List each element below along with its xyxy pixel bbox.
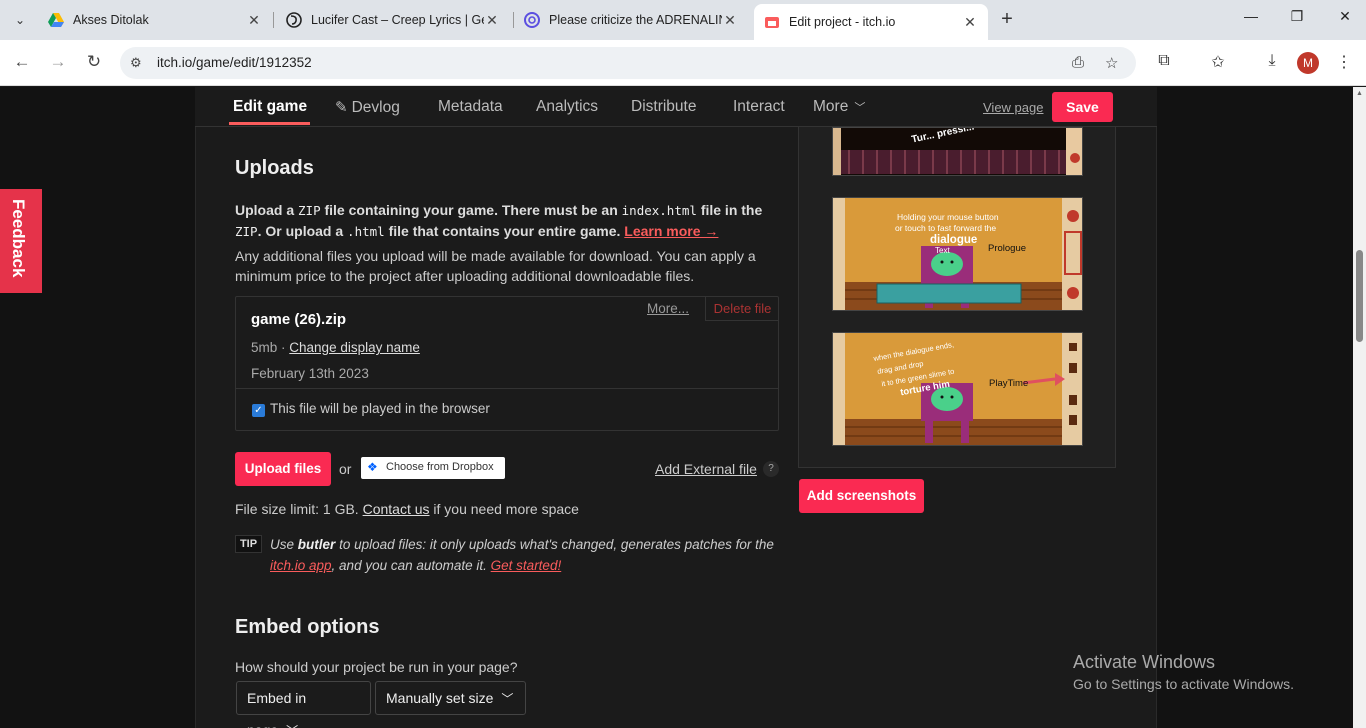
- contact-us-link[interactable]: Contact us: [363, 501, 430, 517]
- favorites-icon[interactable]: ✩: [1207, 52, 1229, 72]
- google-drive-icon: [48, 12, 64, 28]
- dropbox-icon: ❖: [367, 460, 378, 474]
- butler-tip: Use butler to upload files: it only uplo…: [270, 537, 774, 573]
- help-icon[interactable]: ?: [763, 461, 779, 477]
- played-in-browser-label[interactable]: This file will be played in the browser: [270, 401, 490, 416]
- address-bar-row: ← → ↻ ⚙ itch.io/game/edit/1912352 ⎙ ☆ ⧉ …: [0, 40, 1366, 86]
- tab-search-icon[interactable]: ⌄: [8, 8, 32, 32]
- embed-question: How should your project be run in your p…: [235, 659, 518, 675]
- tab-akses-ditolak[interactable]: Akses Ditolak ✕: [38, 4, 272, 36]
- restore-icon[interactable]: ❐: [1282, 8, 1312, 25]
- tab-distribute[interactable]: Distribute: [631, 98, 696, 116]
- screenshots-panel: Tur... pressi... Holding your mouse butt…: [798, 127, 1116, 468]
- upload-files-button[interactable]: Upload files: [235, 452, 331, 486]
- tip-badge: TIP: [235, 535, 262, 553]
- forward-icon[interactable]: →: [47, 52, 69, 72]
- close-tab-icon[interactable]: ✕: [484, 12, 500, 29]
- tab-title: Edit project - itch.io: [789, 15, 896, 29]
- install-app-icon[interactable]: ⎙: [1072, 54, 1084, 71]
- downloads-icon[interactable]: ⤓: [1261, 52, 1283, 70]
- close-tab-icon[interactable]: ✕: [962, 14, 978, 31]
- screenshot-2-text: Holding your mouse button: [897, 212, 999, 222]
- chevron-down-icon: ﹀: [286, 724, 298, 728]
- itchio-app-link[interactable]: itch.io app: [270, 558, 332, 573]
- minimize-icon[interactable]: —: [1236, 8, 1266, 24]
- uploads-intro: Upload a ZIP file containing your game. …: [235, 202, 763, 239]
- feedback-tab[interactable]: Feedback: [0, 189, 42, 293]
- tab-title: Lucifer Cast – Creep Lyrics | Gen: [311, 13, 484, 27]
- tab-edit-project[interactable]: Edit project - itch.io ✕: [754, 4, 988, 40]
- reddit-like-icon: [524, 12, 540, 28]
- add-external-file-link[interactable]: Add External file: [655, 461, 757, 477]
- genius-icon: [286, 12, 302, 28]
- browser-tabbar: ⌄ Akses Ditolak ✕ Lucifer Cast – Creep L…: [0, 0, 1366, 40]
- tab-more[interactable]: More ﹀: [813, 98, 865, 116]
- embed-size-select[interactable]: Manually set size ﹀: [375, 681, 526, 715]
- screenshot-3[interactable]: when the dialogue ends, drag and drop it…: [832, 332, 1083, 446]
- scrollbar-thumb[interactable]: [1356, 250, 1363, 342]
- tab-edit-game[interactable]: Edit game: [233, 98, 307, 116]
- add-screenshots-button[interactable]: Add screenshots: [799, 479, 924, 513]
- upload-file-card: game (26).zip 5mb · Change display name …: [235, 296, 779, 431]
- file-date: February 13th 2023: [251, 366, 369, 381]
- tab-please-criticize[interactable]: Please criticize the ADRENALIN ✕: [514, 4, 748, 36]
- view-page-link[interactable]: View page: [983, 100, 1043, 115]
- uploads-additional-note: Any additional files you upload will be …: [235, 248, 756, 284]
- chevron-down-icon: ﹀: [854, 102, 866, 114]
- delete-file-button[interactable]: Delete file: [705, 297, 779, 321]
- tab-metadata[interactable]: Metadata: [438, 98, 503, 116]
- itchio-icon: [764, 14, 780, 30]
- get-started-link[interactable]: Get started!: [491, 558, 562, 573]
- url-text[interactable]: itch.io/game/edit/1912352: [157, 55, 312, 70]
- save-button[interactable]: Save: [1052, 92, 1113, 122]
- or-label: or: [339, 461, 352, 477]
- page: Edit game ✎ Devlog Metadata Analytics Dis…: [0, 87, 1366, 728]
- close-window-icon[interactable]: ✕: [1330, 8, 1360, 25]
- active-tab-underline: [229, 122, 310, 125]
- screenshot-1[interactable]: Tur... pressi...: [832, 127, 1083, 176]
- chevron-down-icon: ﹀: [501, 692, 514, 706]
- learn-more-link[interactable]: Learn more →: [624, 223, 718, 239]
- page-scrollbar[interactable]: ▲: [1353, 87, 1366, 728]
- file-size: 5mb · Change display name: [251, 340, 420, 355]
- divider: [236, 388, 778, 389]
- uploads-heading: Uploads: [235, 157, 314, 179]
- tab-lucifer-cast[interactable]: Lucifer Cast – Creep Lyrics | Gen ✕: [276, 4, 510, 36]
- tab-analytics[interactable]: Analytics: [536, 98, 598, 116]
- bookmark-star-icon[interactable]: ☆: [1105, 54, 1118, 72]
- file-name: game (26).zip: [251, 311, 347, 328]
- scroll-up-icon[interactable]: ▲: [1356, 90, 1363, 97]
- file-size-limit: File size limit: 1 GB. Contact us if you…: [235, 501, 579, 517]
- site-info-icon[interactable]: ⚙: [130, 55, 142, 71]
- extensions-icon[interactable]: ⧉: [1153, 52, 1175, 70]
- new-tab-icon[interactable]: +: [995, 8, 1019, 31]
- avatar[interactable]: M: [1297, 52, 1319, 74]
- close-tab-icon[interactable]: ✕: [722, 12, 738, 29]
- file-more-link[interactable]: More...: [647, 301, 689, 316]
- menu-icon[interactable]: ⋮: [1333, 52, 1355, 72]
- change-display-name-link[interactable]: Change display name: [289, 340, 420, 355]
- embed-options-heading: Embed options: [235, 616, 380, 638]
- omnibox[interactable]: ⚙ itch.io/game/edit/1912352 ⎙ ☆: [120, 47, 1136, 79]
- screenshot-2[interactable]: Holding your mouse button or touch to fa…: [832, 197, 1083, 311]
- tab-devlog[interactable]: ✎ Devlog: [335, 98, 400, 117]
- reload-icon[interactable]: ↻: [83, 52, 105, 72]
- tab-title: Akses Ditolak: [73, 13, 149, 27]
- edit-nav: Edit game ✎ Devlog Metadata Analytics Dis…: [195, 87, 1157, 127]
- embed-mode-select[interactable]: Embed in page﹀: [236, 681, 371, 728]
- tab-interact[interactable]: Interact: [733, 98, 785, 116]
- played-in-browser-checkbox[interactable]: ✓: [252, 404, 265, 417]
- activate-windows-watermark: Activate Windows Go to Settings to activ…: [1073, 652, 1294, 692]
- close-tab-icon[interactable]: ✕: [246, 12, 262, 29]
- edit-icon: ✎: [335, 99, 348, 116]
- tab-title: Please criticize the ADRENALIN: [549, 13, 722, 27]
- back-icon[interactable]: ←: [11, 52, 33, 72]
- dropbox-button[interactable]: ❖ Choose from Dropbox: [361, 457, 505, 479]
